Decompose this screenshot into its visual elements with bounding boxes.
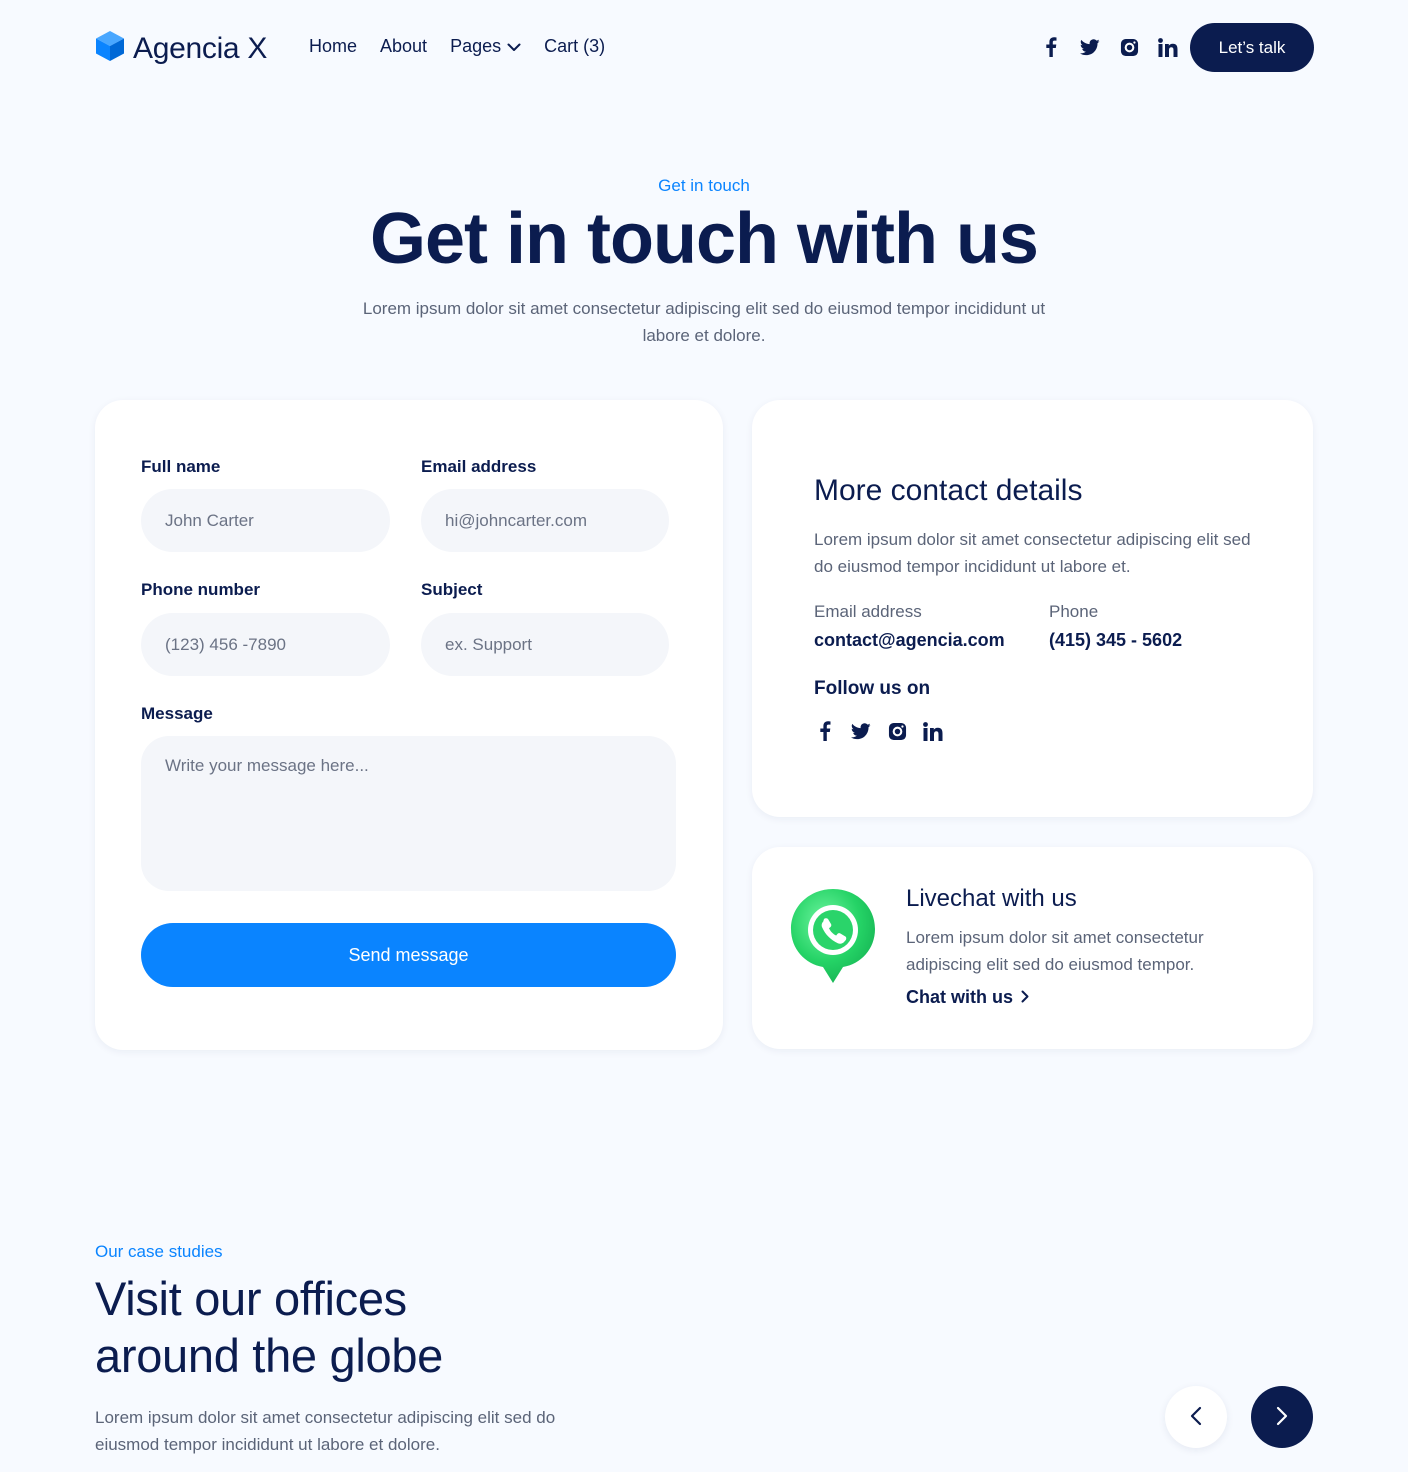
- whatsapp-chat-icon: [790, 887, 880, 992]
- message-label: Message: [141, 704, 213, 723]
- twitter-icon[interactable]: [1079, 36, 1101, 58]
- chevron-left-icon: [1190, 1406, 1202, 1429]
- linkedin-icon[interactable]: [1157, 36, 1179, 58]
- chevron-right-icon: [1021, 987, 1029, 1008]
- nav-about[interactable]: About: [380, 36, 427, 57]
- instagram-icon[interactable]: [1118, 36, 1140, 58]
- chat-with-us-label: Chat with us: [906, 987, 1013, 1007]
- nav-pages-label: Pages: [450, 36, 502, 56]
- brand-logo[interactable]: Agencia X: [95, 30, 267, 67]
- nav-pages[interactable]: Pages: [450, 36, 521, 57]
- nav-home[interactable]: Home: [309, 36, 357, 57]
- case-studies-title-line1: Visit our offices: [95, 1272, 407, 1325]
- carousel-next-button[interactable]: [1251, 1386, 1313, 1448]
- brand-name: Agencia X: [133, 31, 268, 65]
- phone-input[interactable]: [141, 613, 390, 676]
- carousel-prev-button[interactable]: [1165, 1386, 1227, 1448]
- email-input[interactable]: [421, 489, 669, 552]
- case-studies-text: Lorem ipsum dolor sit amet consectetur a…: [95, 1408, 556, 1454]
- chat-with-us-link[interactable]: Chat with us: [906, 987, 1029, 1008]
- phone-label: Phone number: [141, 580, 261, 599]
- header-social-links: [1040, 36, 1179, 58]
- case-studies-title-line2: around the globe: [95, 1329, 443, 1382]
- contact-details-text: Lorem ipsum dolor sit amet consectetur a…: [814, 530, 1251, 576]
- subject-label: Subject: [421, 580, 483, 599]
- main-nav: Home About Pages Cart (3): [309, 36, 605, 57]
- contact-email-label: Email address: [814, 602, 922, 621]
- card-social-links: [814, 720, 944, 742]
- contact-phone-link[interactable]: (415) 345 - 5602: [1049, 630, 1182, 651]
- chevron-down-icon: [507, 36, 521, 57]
- facebook-icon[interactable]: [1040, 36, 1062, 58]
- livechat-text: Lorem ipsum dolor sit amet consectetur a…: [906, 928, 1204, 974]
- page-title: Get in touch with us: [370, 199, 1039, 279]
- hero-subtitle: Lorem ipsum dolor sit amet consectetur a…: [362, 299, 1046, 345]
- contact-form-card: Full name Email address Phone number Sub…: [95, 400, 723, 1050]
- contact-phone-label: Phone: [1049, 602, 1099, 621]
- instagram-icon[interactable]: [886, 720, 908, 742]
- hero-eyebrow: Get in touch: [658, 176, 750, 195]
- email-label: Email address: [421, 457, 537, 476]
- site-header: Agencia X Home About Pages Cart (3) Let’…: [0, 0, 1408, 96]
- contact-details-card: More contact details Lorem ipsum dolor s…: [752, 400, 1313, 817]
- contact-email-link[interactable]: contact@agencia.com: [814, 630, 1005, 651]
- lets-talk-button[interactable]: Let’s talk: [1190, 23, 1314, 72]
- follow-us-label: Follow us on: [814, 678, 931, 699]
- full-name-input[interactable]: [141, 489, 390, 552]
- livechat-title: Livechat with us: [906, 885, 1077, 912]
- twitter-icon[interactable]: [850, 720, 872, 742]
- linkedin-icon[interactable]: [922, 720, 944, 742]
- subject-input[interactable]: [421, 613, 669, 676]
- message-textarea[interactable]: [141, 736, 676, 891]
- chevron-right-icon: [1276, 1406, 1288, 1429]
- case-studies-eyebrow: Our case studies: [95, 1242, 223, 1261]
- contact-details-title: More contact details: [814, 474, 1083, 507]
- cube-logo-icon: [95, 30, 125, 67]
- send-message-button[interactable]: Send message: [141, 923, 676, 987]
- nav-cart[interactable]: Cart (3): [544, 36, 605, 57]
- livechat-card: Livechat with us Lorem ipsum dolor sit a…: [752, 847, 1313, 1049]
- full-name-label: Full name: [141, 457, 221, 476]
- facebook-icon[interactable]: [814, 720, 836, 742]
- case-studies-title: Visit our offices around the globe: [95, 1270, 443, 1384]
